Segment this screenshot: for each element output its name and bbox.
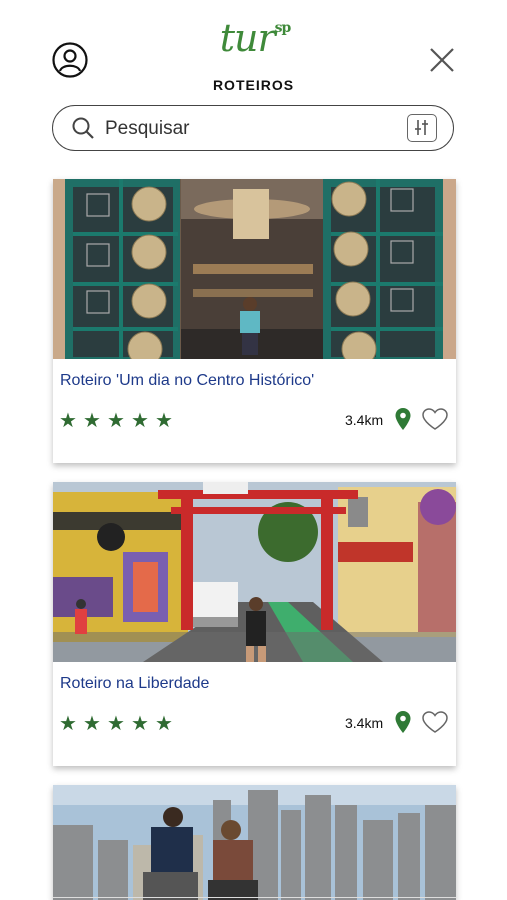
filter-button[interactable] [407,114,437,142]
route-photo [53,482,456,662]
star-icon: ★ [83,410,101,432]
close-button[interactable] [428,46,456,74]
route-card[interactable]: Roteiro na Liberdade ★ ★ ★ ★ ★ 3.4km [53,482,456,766]
search-input[interactable] [103,114,407,144]
route-photo [53,785,456,900]
rating-stars: ★ ★ ★ ★ ★ [59,713,173,735]
route-title: Roteiro 'Um dia no Centro Histórico' [60,372,315,389]
route-card[interactable]: Roteiro 'Um dia no Centro Histórico' ★ ★… [53,179,456,463]
user-icon [52,42,88,78]
route-photo [53,179,456,359]
logo-suffix: sp [274,20,292,36]
pin-icon [395,408,411,430]
star-icon: ★ [59,713,77,735]
pin-icon [395,711,411,733]
divider [53,897,456,898]
star-icon: ★ [155,713,173,735]
star-icon: ★ [83,713,101,735]
star-icon: ★ [131,713,149,735]
profile-button[interactable] [52,42,88,78]
distance-label: 3.4km [345,715,384,731]
route-title: Roteiro na Liberdade [60,675,210,692]
close-icon [430,48,454,72]
star-icon: ★ [107,410,125,432]
page-title: ROTEIROS [212,77,295,93]
distance-label: 3.4km [345,412,384,428]
app-logo: tursp [203,14,307,68]
heart-icon[interactable] [421,711,449,733]
star-icon: ★ [131,410,149,432]
app-header: tursp ROTEIROS [0,0,507,100]
star-icon: ★ [59,410,77,432]
star-icon: ★ [155,410,173,432]
star-icon: ★ [107,713,125,735]
filter-icon [415,120,428,135]
logo-word: tur [219,16,276,60]
search-icon [72,117,94,139]
route-card[interactable] [53,785,456,900]
search-bar [52,105,454,151]
heart-icon[interactable] [421,408,449,430]
logo-text: tursp [203,16,307,60]
rating-stars: ★ ★ ★ ★ ★ [59,410,173,432]
